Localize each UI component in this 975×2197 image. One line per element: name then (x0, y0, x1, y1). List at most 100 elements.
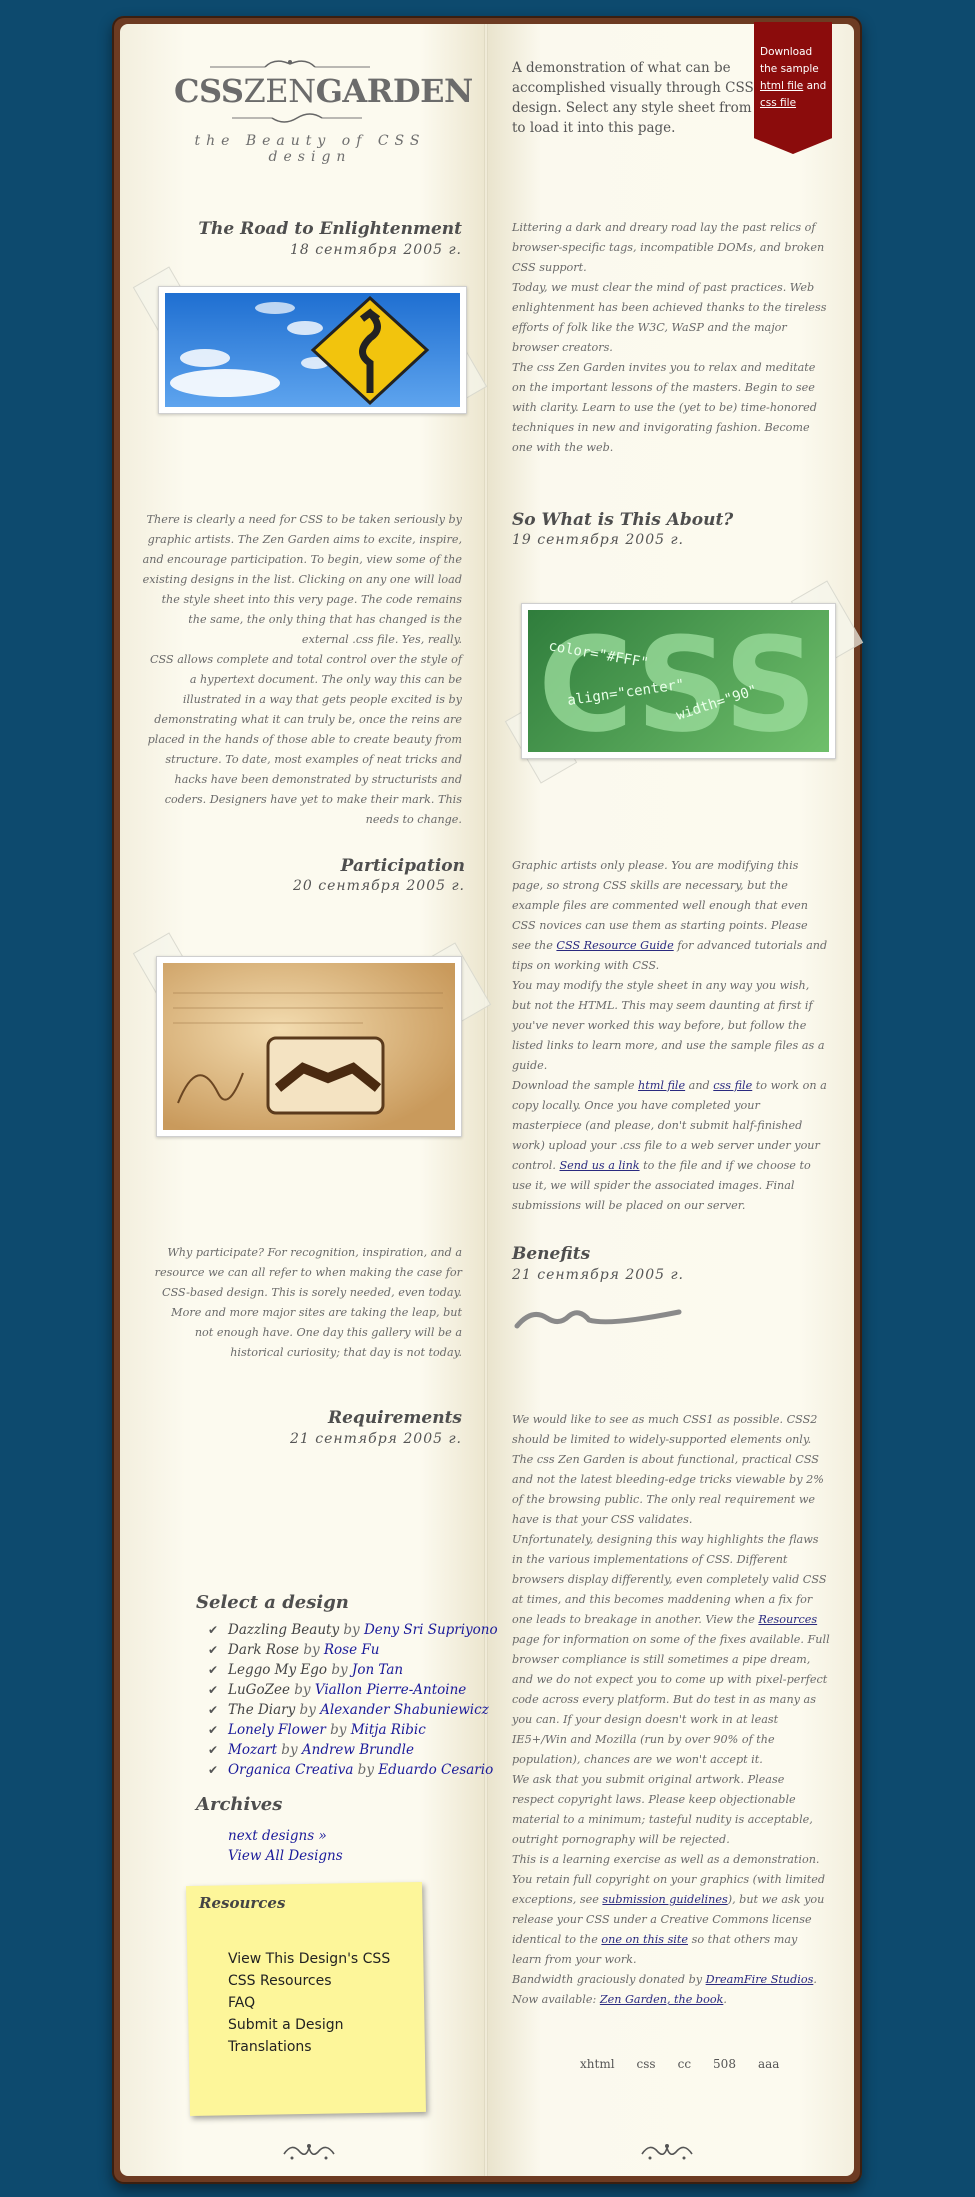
participation-text-segment: and (685, 1079, 714, 1092)
by-label: by (343, 1622, 360, 1638)
ribbon-text-1: Download the sample (760, 46, 819, 75)
design-link[interactable]: Organica Creativa (228, 1762, 353, 1778)
author-link[interactable]: Andrew Brundle (302, 1742, 414, 1758)
logo-css: CSS (174, 72, 244, 110)
design-link[interactable]: LuGoZee (228, 1682, 290, 1698)
author-link[interactable]: Alexander Shabuniewicz (320, 1702, 489, 1718)
logo-ornament-top-icon (210, 60, 370, 68)
footer-css-link[interactable]: css (637, 2057, 656, 2071)
design-list-item: ✔ Dark Rose by Rose Fu (208, 1640, 508, 1660)
sample-css-link[interactable]: css file (713, 1079, 752, 1092)
requirements-date: 21 сентября 2005 г. (290, 1431, 462, 1447)
resources-list-item: Submit a Design (228, 2014, 390, 2036)
about-paragraph: There is clearly a need for CSS to be ta… (142, 513, 462, 646)
logo-ornament-bottom-icon (232, 113, 362, 123)
design-list: ✔ Dazzling Beauty by Deny Sri Supriyono ✔… (208, 1620, 508, 1780)
requirements-text-segment: . (813, 1973, 817, 1986)
dreamfire-link[interactable]: DreamFire Studios (706, 1973, 814, 1986)
about-paragraph: CSS allows complete and total control ov… (147, 653, 462, 826)
design-link[interactable]: The Diary (228, 1702, 295, 1718)
handshake-photo (156, 956, 462, 1137)
design-list-item: ✔ Leggo My Ego by Jon Tan (208, 1660, 508, 1680)
site-logo[interactable]: CSSZENGARDEN (174, 72, 473, 110)
requirements-paragraph: We ask that you submit original artwork.… (512, 1773, 813, 1846)
css-resource-guide-link[interactable]: CSS Resource Guide (556, 939, 673, 952)
css-resources-link[interactable]: CSS Resources (228, 1973, 332, 1989)
footer-cc-link[interactable]: cc (678, 2057, 691, 2071)
participation-date: 20 сентября 2005 г. (293, 878, 465, 894)
design-list-item: ✔ The Diary by Alexander Shabuniewicz (208, 1700, 508, 1720)
send-link-link[interactable]: Send us a link (559, 1159, 639, 1172)
design-link[interactable]: Dark Rose (228, 1642, 299, 1658)
check-icon: ✔ (208, 1643, 219, 1657)
by-label: by (281, 1742, 298, 1758)
translations-link[interactable]: Translations (228, 2039, 312, 2055)
author-link[interactable]: Viallon Pierre-Antoine (315, 1682, 466, 1698)
design-list-item: ✔ LuGoZee by Viallon Pierre-Antoine (208, 1680, 508, 1700)
faq-link[interactable]: FAQ (228, 1995, 255, 2011)
benefits-date: 21 сентября 2005 г. (512, 1267, 684, 1283)
participation-text: Graphic artists only please. You are mod… (512, 856, 830, 1216)
resources-list-item: View This Design's CSS (228, 1948, 390, 1970)
check-icon: ✔ (208, 1763, 219, 1777)
css-code-photo: CSS color="#FFF" align="center" width="9… (521, 603, 836, 759)
license-link[interactable]: one on this site (601, 1933, 688, 1946)
requirements-text-segment: page for information on some of the fixe… (512, 1633, 830, 1766)
resources-link[interactable]: Resources (758, 1613, 817, 1626)
book-link[interactable]: Zen Garden, the book (600, 1993, 724, 2006)
requirements-text-segment: . (723, 1993, 727, 2006)
road-text: Littering a dark and dreary road lay the… (512, 218, 830, 458)
author-link[interactable]: Eduardo Cesario (378, 1762, 493, 1778)
resources-list-item: FAQ (228, 1992, 390, 2014)
check-icon: ✔ (208, 1703, 219, 1717)
flourish-ornament-icon (641, 2144, 693, 2160)
footer-xhtml-link[interactable]: xhtml (580, 2057, 615, 2071)
design-link[interactable]: Leggo My Ego (228, 1662, 327, 1678)
design-list-item: ✔ Mozart by Andrew Brundle (208, 1740, 508, 1760)
design-link[interactable]: Dazzling Beauty (228, 1622, 339, 1638)
design-link[interactable]: Mozart (228, 1742, 277, 1758)
submission-guidelines-link[interactable]: submission guidelines (602, 1893, 727, 1906)
logo-garden: GARDEN (315, 72, 474, 110)
sample-html-link[interactable]: html file (638, 1079, 685, 1092)
footer-links: xhtml css cc 508 aaa (580, 2057, 801, 2071)
by-label: by (330, 1722, 347, 1738)
next-designs-link[interactable]: next designs » (228, 1826, 343, 1846)
participation-heading: Participation (340, 856, 465, 876)
archives-title: Archives (196, 1794, 283, 1815)
author-link[interactable]: Jon Tan (352, 1662, 403, 1678)
participation-text-segment: Download the sample (512, 1079, 639, 1092)
ribbon-css-link[interactable]: css file (760, 97, 796, 109)
resources-list-item: Translations (228, 2036, 390, 2058)
road-paragraph: The css Zen Garden invites you to relax … (512, 361, 817, 454)
by-label: by (299, 1702, 316, 1718)
view-css-link[interactable]: View This Design's CSS (228, 1951, 390, 1967)
design-list-item: ✔ Lonely Flower by Mitja Ribic (208, 1720, 508, 1740)
submit-design-link[interactable]: Submit a Design (228, 2017, 343, 2033)
road-sign-photo (158, 286, 467, 414)
ribbon-html-link[interactable]: html file (760, 80, 803, 92)
design-list-item: ✔ Dazzling Beauty by Deny Sri Supriyono (208, 1620, 508, 1640)
author-link[interactable]: Rose Fu (324, 1642, 380, 1658)
check-icon: ✔ (208, 1743, 219, 1757)
footer-508-link[interactable]: 508 (713, 2057, 736, 2071)
author-link[interactable]: Mitja Ribic (351, 1722, 426, 1738)
about-date: 19 сентября 2005 г. (512, 532, 684, 548)
footer-aaa-link[interactable]: aaa (758, 2057, 779, 2071)
by-label: by (357, 1762, 374, 1778)
view-all-designs-link[interactable]: View All Designs (228, 1846, 343, 1866)
about-text: There is clearly a need for CSS to be ta… (140, 510, 462, 830)
check-icon: ✔ (208, 1663, 219, 1677)
benefits-heading: Benefits (512, 1244, 591, 1264)
check-icon: ✔ (208, 1623, 219, 1637)
road-paragraph: Littering a dark and dreary road lay the… (512, 221, 825, 274)
flourish-ornament-icon (283, 2144, 335, 2160)
requirements-heading: Requirements (327, 1408, 462, 1428)
benefits-text: Why participate? For recognition, inspir… (154, 1246, 462, 1359)
road-date: 18 сентября 2005 г. (290, 242, 462, 258)
by-label: by (303, 1642, 320, 1658)
author-link[interactable]: Deny Sri Supriyono (364, 1622, 498, 1638)
design-link[interactable]: Lonely Flower (228, 1722, 326, 1738)
requirements-text: We would like to see as much CSS1 as pos… (512, 1410, 830, 2010)
design-list-item: ✔ Organica Creativa by Eduardo Cesario (208, 1760, 508, 1780)
